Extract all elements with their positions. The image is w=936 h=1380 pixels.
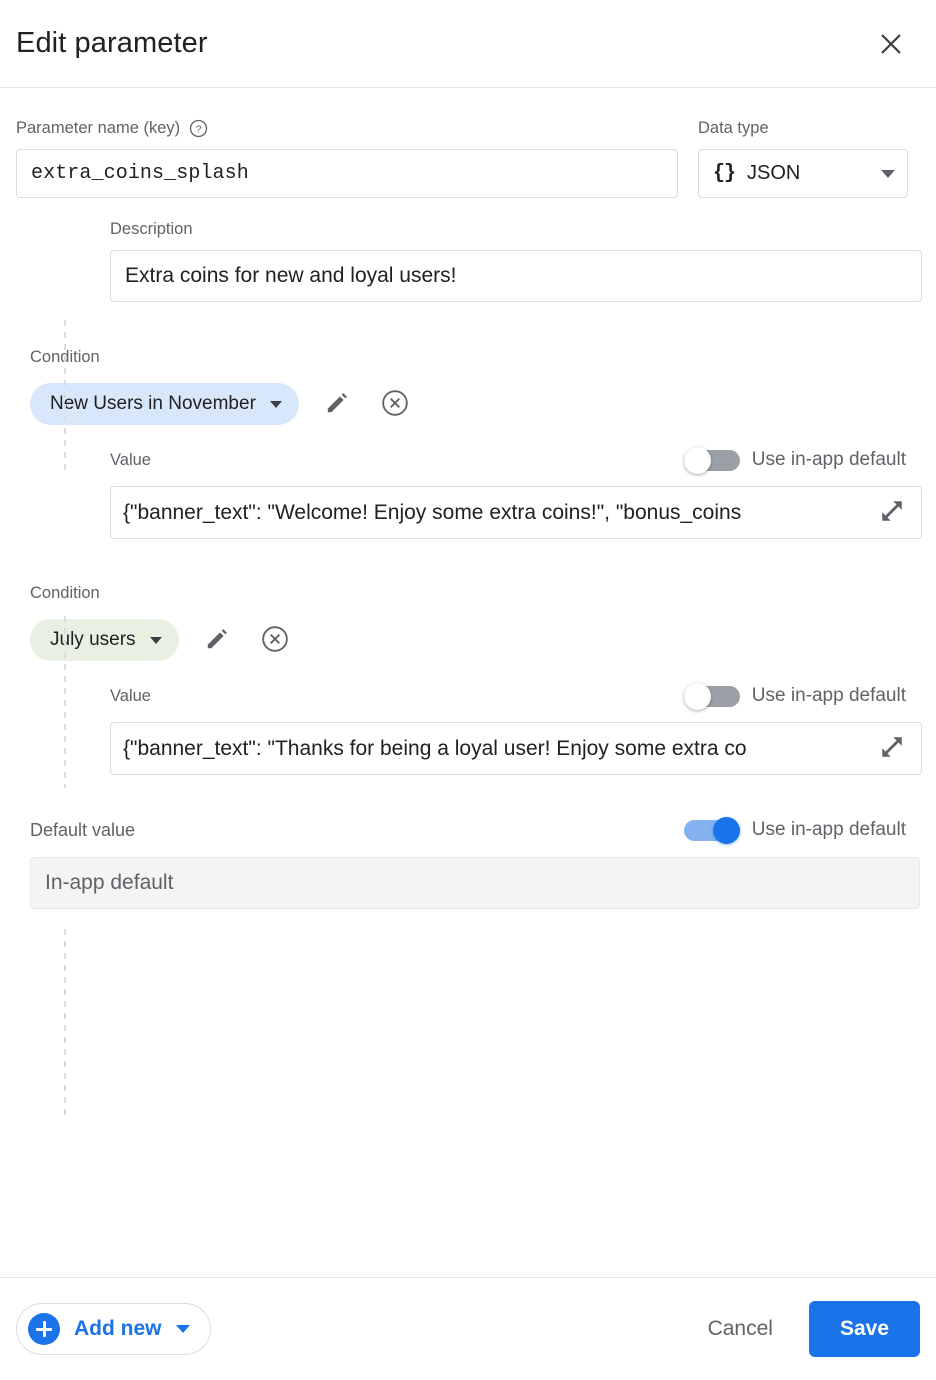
condition-2-value-group: Value Use in-app default {"banner_text":… bbox=[110, 683, 920, 775]
plus-circle-icon bbox=[28, 1313, 60, 1345]
condition-2-toggle-label: Use in-app default bbox=[752, 685, 906, 707]
condition-1-section-label: Condition bbox=[30, 348, 920, 367]
toggle-switch-on[interactable] bbox=[684, 817, 740, 843]
condition-2-chip-label: July users bbox=[50, 629, 136, 651]
condition-1-value-group: Value Use in-app default {"banner_text":… bbox=[110, 447, 920, 539]
condition-1-chip[interactable]: New Users in November bbox=[30, 383, 299, 425]
save-button[interactable]: Save bbox=[809, 1301, 920, 1357]
remove-circle-icon bbox=[261, 625, 289, 656]
default-value-head: Default value Use in-app default bbox=[16, 817, 920, 843]
pencil-icon bbox=[204, 626, 230, 655]
help-circle-icon[interactable]: ? bbox=[189, 119, 208, 138]
condition-2-section-label: Condition bbox=[30, 584, 920, 603]
condition-2-expand-button[interactable] bbox=[863, 723, 921, 774]
description-input[interactable] bbox=[110, 250, 922, 302]
condition-1-value-label: Value bbox=[110, 451, 151, 470]
condition-2-value-field[interactable]: {"banner_text": "Thanks for being a loya… bbox=[110, 722, 922, 775]
default-value-inapp-toggle[interactable]: Use in-app default bbox=[684, 817, 906, 843]
dialog-footer: Add new Cancel Save bbox=[0, 1277, 936, 1380]
condition-2-value-head: Value Use in-app default bbox=[110, 683, 920, 709]
dialog-header: Edit parameter bbox=[0, 0, 936, 88]
guide-line-condition-2 bbox=[64, 929, 66, 1115]
toggle-switch-off[interactable] bbox=[684, 447, 740, 473]
chevron-down-icon bbox=[270, 401, 282, 408]
chevron-down-icon bbox=[881, 170, 895, 178]
parameter-name-field-group: Parameter name (key) ? bbox=[16, 118, 678, 198]
cancel-button[interactable]: Cancel bbox=[686, 1303, 795, 1355]
add-new-label: Add new bbox=[74, 1317, 162, 1341]
expand-diagonal-icon bbox=[877, 732, 907, 765]
condition-1-toggle-label: Use in-app default bbox=[752, 449, 906, 471]
json-braces-icon: {} bbox=[713, 162, 735, 185]
condition-1-edit-button[interactable] bbox=[317, 384, 357, 424]
default-value-placeholder: In-app default bbox=[45, 871, 173, 895]
edit-parameter-dialog: Edit parameter Parameter name (key) bbox=[0, 0, 936, 1380]
data-type-value: JSON bbox=[747, 162, 869, 185]
condition-block-1: Condition New Users in November bbox=[16, 348, 920, 539]
condition-2-value-label: Value bbox=[110, 687, 151, 706]
toggle-knob bbox=[684, 447, 711, 474]
condition-2-chip-row: July users bbox=[30, 619, 920, 661]
description-label: Description bbox=[110, 220, 920, 239]
chevron-down-icon bbox=[176, 1325, 190, 1333]
page-title: Edit parameter bbox=[16, 27, 208, 60]
default-value-toggle-label: Use in-app default bbox=[752, 819, 906, 841]
chevron-down-icon bbox=[150, 637, 162, 644]
data-type-field-group: Data type {} JSON bbox=[698, 118, 908, 198]
condition-1-remove-button[interactable] bbox=[375, 384, 415, 424]
default-value-block: Default value Use in-app default In-app … bbox=[16, 817, 920, 909]
expand-diagonal-icon bbox=[877, 496, 907, 529]
condition-1-value-head: Value Use in-app default bbox=[110, 447, 920, 473]
condition-2-chip[interactable]: July users bbox=[30, 619, 179, 661]
condition-1-value-field[interactable]: {"banner_text": "Welcome! Enjoy some ext… bbox=[110, 486, 922, 539]
condition-1-chip-row: New Users in November bbox=[30, 383, 920, 425]
toggle-switch-off[interactable] bbox=[684, 683, 740, 709]
condition-1-chip-label: New Users in November bbox=[50, 393, 256, 415]
footer-actions: Cancel Save bbox=[686, 1301, 920, 1357]
default-value-input[interactable]: In-app default bbox=[30, 857, 920, 909]
guide-line-condition-1 bbox=[64, 616, 66, 788]
condition-2-inapp-default-toggle[interactable]: Use in-app default bbox=[684, 683, 906, 709]
add-new-button[interactable]: Add new bbox=[16, 1303, 211, 1355]
pencil-icon bbox=[324, 390, 350, 419]
condition-2-remove-button[interactable] bbox=[255, 620, 295, 660]
condition-2-value-text: {"banner_text": "Thanks for being a loya… bbox=[111, 737, 863, 761]
data-type-label: Data type bbox=[698, 118, 908, 138]
default-value-label: Default value bbox=[30, 820, 135, 841]
guide-line-description bbox=[64, 320, 66, 470]
parameter-name-label: Parameter name (key) bbox=[16, 118, 180, 138]
toggle-knob bbox=[684, 683, 711, 710]
condition-2-edit-button[interactable] bbox=[197, 620, 237, 660]
data-type-select[interactable]: {} JSON bbox=[698, 149, 908, 198]
parameter-name-input[interactable] bbox=[16, 149, 678, 198]
close-icon bbox=[878, 31, 904, 57]
toggle-knob bbox=[713, 817, 740, 844]
condition-block-2: Condition July users bbox=[16, 584, 920, 775]
description-group: Description bbox=[110, 220, 920, 302]
remove-circle-icon bbox=[381, 389, 409, 420]
svg-text:?: ? bbox=[196, 124, 202, 135]
condition-1-value-text: {"banner_text": "Welcome! Enjoy some ext… bbox=[111, 501, 863, 525]
parameter-name-row: Parameter name (key) ? Data type {} JSON bbox=[16, 88, 920, 198]
dialog-body: Parameter name (key) ? Data type {} JSON bbox=[0, 88, 936, 1277]
close-button[interactable] bbox=[870, 23, 912, 65]
condition-1-inapp-default-toggle[interactable]: Use in-app default bbox=[684, 447, 906, 473]
parameter-name-label-row: Parameter name (key) ? bbox=[16, 118, 678, 138]
condition-1-expand-button[interactable] bbox=[863, 487, 921, 538]
